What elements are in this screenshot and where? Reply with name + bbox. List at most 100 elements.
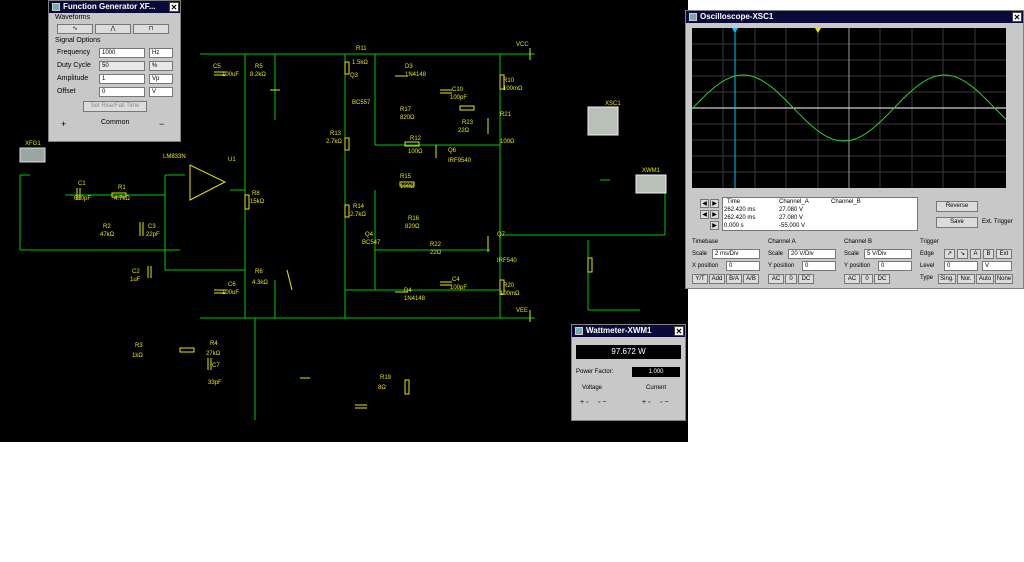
channel-b-zero-button[interactable]: 0 (861, 274, 873, 284)
label-xwm1: XWM1 (642, 168, 661, 174)
cursor-diff-arrow-icon[interactable]: ▶ (710, 221, 719, 230)
label-r23-val: 22Ω (458, 128, 470, 134)
scope-waveform (691, 28, 1007, 188)
trigger-none-button[interactable]: None (995, 274, 1013, 284)
trigger-normal-button[interactable]: Nor. (957, 274, 975, 284)
save-button[interactable]: Save (936, 217, 978, 228)
label-q6-val: IRF9540 (448, 158, 472, 164)
readout-a1: 27.080 V (779, 207, 804, 213)
wattmeter-window[interactable]: Wattmeter-XWM1 ✕ 97.672 W Power Factor: … (571, 324, 686, 421)
label-c3: C3 (148, 224, 156, 230)
offset-input[interactable]: 0 (99, 87, 145, 97)
readout-header-time: Time (727, 199, 741, 205)
trigger-level-unit[interactable]: V (982, 261, 1012, 271)
label-r10-val: 100mΩ (503, 86, 523, 92)
trigger-b-button[interactable]: B (983, 249, 994, 259)
oscilloscope-titlebar[interactable]: Oscilloscope-XSC1 ✕ (686, 11, 1023, 23)
timebase-xpos-label: X position (692, 263, 719, 269)
label-vee: VEE (516, 308, 528, 314)
channel-a-dc-button[interactable]: DC (798, 274, 814, 284)
channel-b-scale-input[interactable]: 5 V/Div (864, 249, 912, 259)
trigger-single-button[interactable]: Sing. (938, 274, 956, 284)
label-c1: C1 (78, 181, 86, 187)
reverse-button[interactable]: Reverse (936, 201, 978, 212)
triangle-wave-button[interactable]: ⋀ (95, 24, 131, 34)
timebase-scale-input[interactable]: 2 ms/Div (712, 249, 760, 259)
label-c4-val: 100pF (450, 285, 467, 291)
label-u1-val: LM833N (163, 154, 186, 160)
mode-add-button[interactable]: Add (709, 274, 725, 284)
label-r6-val: 4.3kΩ (252, 280, 268, 286)
close-icon[interactable]: ✕ (674, 326, 684, 336)
channel-a-zero-button[interactable]: 0 (785, 274, 797, 284)
amplitude-unit[interactable]: Vp (149, 74, 173, 84)
trigger-auto-button[interactable]: Auto (976, 274, 994, 284)
label-c7: C7 (212, 363, 220, 369)
label-xsc1: XSC1 (605, 101, 621, 107)
readout-t2: 262.420 ms (724, 215, 756, 221)
mode-yt-button[interactable]: Y/T (692, 274, 708, 284)
duty-cycle-input[interactable]: 50 (99, 61, 145, 71)
label-u1: U1 (228, 157, 236, 163)
xfg1-instrument-icon[interactable] (19, 147, 46, 163)
cursor2-left-arrow-icon[interactable]: ◀ (700, 210, 709, 219)
oscilloscope-title: Oscilloscope-XSC1 (700, 12, 774, 21)
set-rise-fall-button[interactable]: Set Rise/Fall Time (83, 101, 147, 112)
cursor2-right-arrow-icon[interactable]: ▶ (710, 210, 719, 219)
cursor1-right-arrow-icon[interactable]: ▶ (710, 199, 719, 208)
label-c6: C6 (228, 282, 236, 288)
label-q4: Q4 (365, 232, 374, 238)
function-generator-titlebar[interactable]: Function Generator XF... ✕ (49, 1, 180, 13)
timebase-xpos-input[interactable]: 0 (726, 261, 760, 271)
wattmeter-titlebar[interactable]: Wattmeter-XWM1 ✕ (572, 325, 685, 337)
frequency-unit[interactable]: Hz (149, 48, 173, 58)
trigger-level-input[interactable]: 0 (944, 261, 978, 271)
label-q7-val: IRF540 (497, 258, 517, 264)
label-r19: R19 (380, 375, 392, 381)
close-icon[interactable]: ✕ (169, 2, 179, 12)
label-q3: Q3 (350, 73, 359, 79)
label-c3-val: 22pF (146, 232, 160, 238)
label-r2: R2 (103, 224, 111, 230)
amplitude-input[interactable]: 1 (99, 74, 145, 84)
label-xfg1: XFG1 (25, 141, 41, 147)
channel-a-ypos-input[interactable]: 0 (802, 261, 836, 271)
close-icon[interactable]: ✕ (1012, 12, 1022, 22)
label-r3-val: 1kΩ (132, 353, 143, 359)
channel-b-dc-button[interactable]: DC (874, 274, 890, 284)
label-d4-val: 1N4148 (404, 296, 426, 302)
channel-a-scale-input[interactable]: 20 V/Div (788, 249, 836, 259)
sine-wave-button[interactable]: ∿ (57, 24, 93, 34)
channel-a-ac-button[interactable]: AC (768, 274, 784, 284)
label-c4: C4 (452, 277, 460, 283)
channel-b-ypos-input[interactable]: 0 (878, 261, 912, 271)
falling-edge-icon[interactable]: ↘ (957, 249, 968, 259)
label-d3-val: 1N4148 (405, 72, 427, 78)
label-r12: R12 (410, 136, 422, 142)
mode-ab-button[interactable]: A/B (743, 274, 759, 284)
label-c6-val: 100uF (222, 290, 239, 296)
timebase-title: Timebase (692, 239, 719, 245)
frequency-input[interactable]: 1000 (99, 48, 145, 58)
trigger-a-button[interactable]: A (970, 249, 981, 259)
duty-cycle-label: Duty Cycle (57, 62, 91, 69)
label-d4: D4 (404, 288, 412, 294)
oscilloscope-window[interactable]: Oscilloscope-XSC1 ✕ ◀ ▶ ◀ ▶ ▶ Time Chann… (685, 10, 1024, 289)
cursor1-left-arrow-icon[interactable]: ◀ (700, 199, 709, 208)
function-generator-window[interactable]: Function Generator XF... ✕ Waveforms ∿ ⋀… (48, 0, 181, 142)
square-wave-button[interactable]: ⊓ (133, 24, 169, 34)
offset-unit[interactable]: V (149, 87, 173, 97)
duty-cycle-unit[interactable]: % (149, 61, 173, 71)
xwm1-instrument-icon[interactable] (635, 174, 667, 194)
label-r6: R6 (255, 269, 263, 275)
trigger-ext-button[interactable]: Ext (996, 249, 1012, 259)
rising-edge-icon[interactable]: ↗ (944, 249, 955, 259)
readout-t1: 262.420 ms (724, 207, 756, 213)
channel-b-ac-button[interactable]: AC (844, 274, 860, 284)
mode-ba-button[interactable]: B/A (726, 274, 742, 284)
xsc1-instrument-icon[interactable] (587, 106, 619, 136)
channel-a-title: Channel A (768, 239, 796, 245)
label-c10: C10 (452, 87, 464, 93)
trigger-edge-label: Edge (920, 251, 935, 257)
oscilloscope-screen[interactable] (691, 28, 1007, 188)
